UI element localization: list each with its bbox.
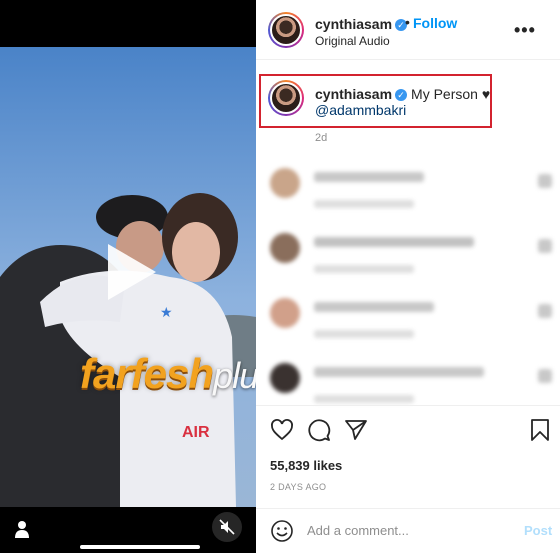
- caption-text: My Person ♥: [411, 86, 491, 102]
- action-bar: 55,839 likes 2 DAYS AGO: [256, 405, 560, 515]
- comment-row[interactable]: [256, 290, 560, 350]
- instagram-post-view: AIR ★ farfeshplus.com cynthiasam✓: [0, 0, 560, 553]
- caption-mention[interactable]: @adammbakri: [315, 102, 406, 118]
- caption-username[interactable]: cynthiasam: [315, 86, 392, 102]
- comment-avatar[interactable]: [270, 298, 300, 328]
- post-header: cynthiasam ✓ • Follow Original Audio •••: [256, 0, 560, 60]
- comment-text-blurred: [314, 367, 484, 377]
- like-count[interactable]: 55,839 likes: [270, 458, 342, 473]
- caption-timestamp[interactable]: 2d: [315, 132, 327, 144]
- audio-label[interactable]: Original Audio: [315, 34, 390, 48]
- speaker-muted-icon: [219, 519, 235, 535]
- comment-text-blurred: [314, 302, 434, 312]
- emoji-icon[interactable]: [270, 519, 294, 543]
- verified-badge-icon: ✓: [395, 89, 408, 101]
- save-bookmark-icon[interactable]: [528, 418, 552, 442]
- author-avatar[interactable]: [268, 12, 304, 48]
- caption-line: cynthiasam ✓ My Person ♥: [315, 86, 490, 102]
- comment-row[interactable]: [256, 225, 560, 285]
- comment-avatar[interactable]: [270, 363, 300, 393]
- comment-meta-blurred: [314, 200, 414, 208]
- comment-row[interactable]: [256, 160, 560, 220]
- comment-avatar[interactable]: [270, 168, 300, 198]
- post-details-panel: cynthiasam ✓ • Follow Original Audio ••• …: [256, 0, 560, 553]
- comment-bubble-icon[interactable]: [307, 418, 331, 442]
- follow-button[interactable]: Follow: [413, 15, 457, 31]
- svg-text:AIR: AIR: [182, 424, 210, 441]
- comment-meta-blurred: [314, 330, 414, 338]
- comment-like-icon[interactable]: [538, 174, 552, 188]
- comment-meta-blurred: [314, 265, 414, 273]
- home-indicator: [80, 545, 200, 549]
- user-tag-icon[interactable]: [12, 518, 32, 540]
- separator-dot: •: [405, 14, 410, 30]
- comment-meta-blurred: [314, 395, 414, 403]
- comment-input[interactable]: Add a comment...: [307, 523, 409, 538]
- post-comment-button[interactable]: Post: [524, 523, 552, 538]
- author-username-text[interactable]: cynthiasam: [315, 16, 392, 32]
- mute-button[interactable]: [212, 512, 242, 542]
- video-pane[interactable]: AIR ★ farfeshplus.com: [0, 0, 256, 553]
- play-icon[interactable]: [98, 240, 162, 304]
- author-username[interactable]: cynthiasam ✓: [315, 16, 408, 32]
- comment-avatar[interactable]: [270, 233, 300, 263]
- add-comment-bar: Add a comment... Post: [256, 508, 560, 553]
- comment-text-blurred: [314, 172, 424, 182]
- comment-like-icon[interactable]: [538, 304, 552, 318]
- post-age[interactable]: 2 DAYS AGO: [270, 482, 326, 492]
- svg-text:★: ★: [160, 305, 173, 321]
- comment-text-blurred: [314, 237, 474, 247]
- caption-avatar[interactable]: [268, 80, 304, 116]
- like-heart-icon[interactable]: [270, 418, 294, 442]
- share-send-icon[interactable]: [344, 418, 368, 442]
- more-options-icon[interactable]: •••: [514, 20, 536, 41]
- comment-like-icon[interactable]: [538, 239, 552, 253]
- comment-like-icon[interactable]: [538, 369, 552, 383]
